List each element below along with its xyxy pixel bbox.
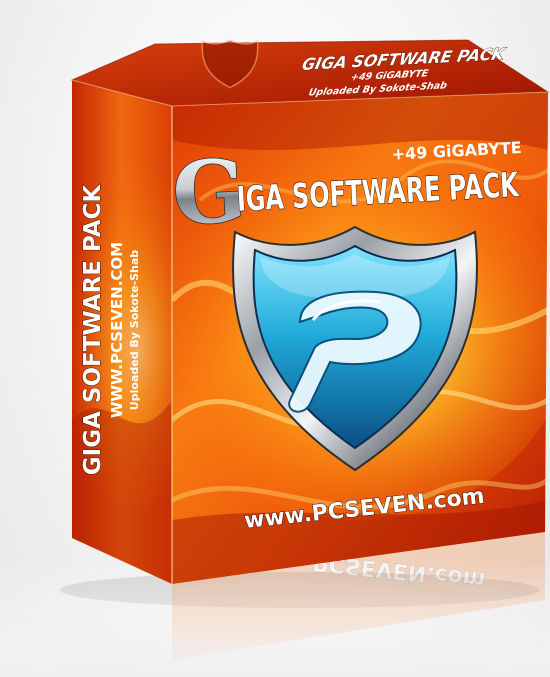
floor-fade bbox=[0, 560, 550, 677]
spine-uploader: Uploaded By Sokote-Shab bbox=[128, 250, 141, 410]
spine-title: GIGA SOFTWARE PACK bbox=[80, 184, 106, 476]
software-box-scene: www.PCSEVEN.com GIGA SOFTWARE PACK +49 G… bbox=[0, 39, 550, 677]
spine-website: WWW.PCSEVEN.COM bbox=[108, 242, 126, 418]
